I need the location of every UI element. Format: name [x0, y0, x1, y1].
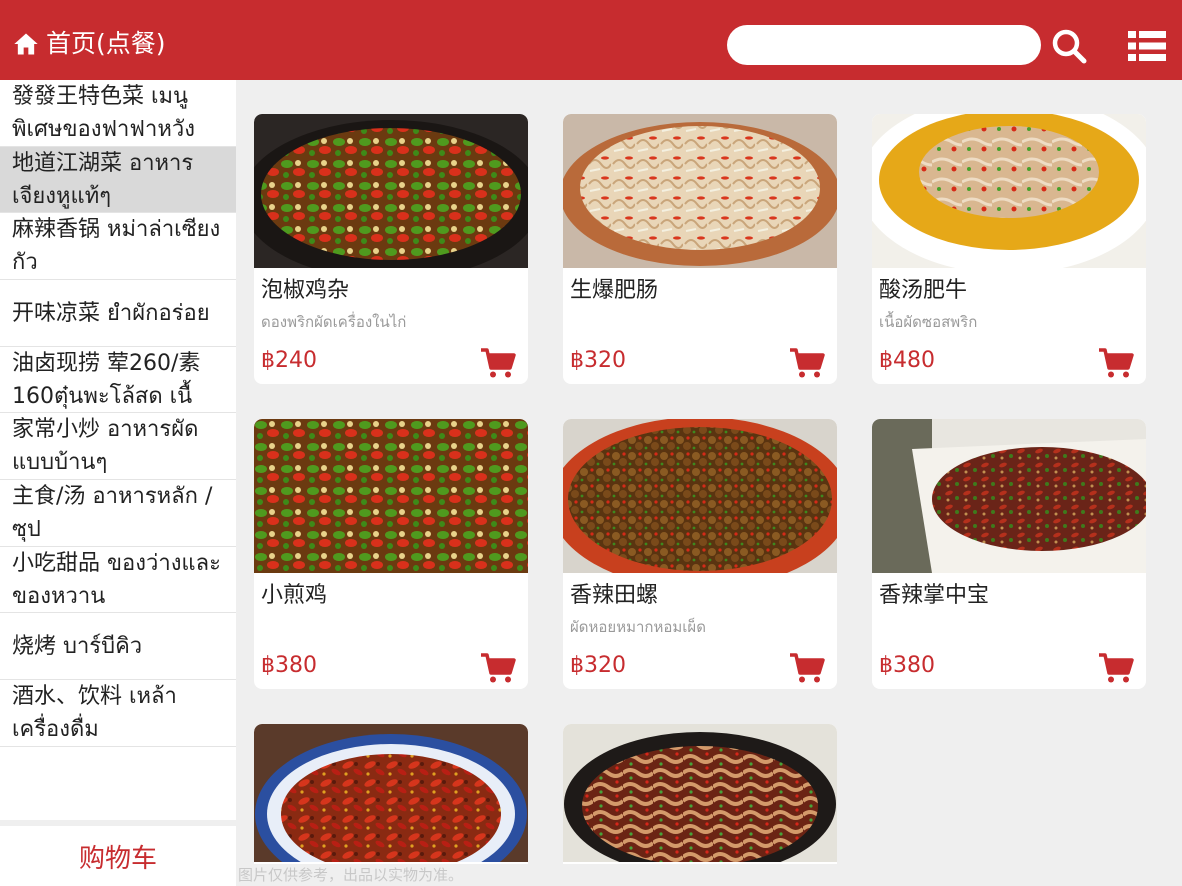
- add-to-cart-icon[interactable]: [789, 347, 825, 379]
- category-item-cold-dishes[interactable]: 开味凉菜 ยำผักอร่อย: [0, 280, 236, 347]
- category-sidebar: 發發王特色菜 เมนูพิเศษของฟาฟาหวัง 地道江湖菜 อาหารเ…: [0, 80, 236, 820]
- add-to-cart-icon[interactable]: [480, 652, 516, 684]
- product-thai-name: ดองพริกผัดเครื่องในไก่: [261, 313, 407, 331]
- dish-photo: [872, 114, 1146, 268]
- add-to-cart-icon[interactable]: [1098, 347, 1134, 379]
- search-icon[interactable]: [1050, 27, 1088, 65]
- product-thai-name: ผัดหอยหมากหอมเผ็ด: [570, 618, 706, 636]
- product-card[interactable]: 小煎鸡 ฿380: [254, 419, 528, 689]
- product-price: ฿380: [879, 653, 935, 678]
- category-item-bbq[interactable]: 烧烤 บาร์บีคิว: [0, 613, 236, 680]
- category-label: 酒水、饮料 เหล้า เครื่องดื่ม: [12, 684, 177, 742]
- category-item-home-stir-fry[interactable]: 家常小炒 อาหารผัดแบบบ้านๆ: [0, 413, 236, 480]
- product-price: ฿480: [879, 348, 935, 373]
- category-label: 家常小炒 อาหารผัดแบบบ้านๆ: [12, 417, 199, 475]
- home-icon: [14, 33, 38, 55]
- disclaimer-text: 图片仅供参考，出品以实物为准。: [238, 866, 464, 884]
- add-to-cart-icon[interactable]: [789, 652, 825, 684]
- product-card[interactable]: 生爆肥肠 ฿320: [563, 114, 837, 384]
- category-item-malaxiangguo[interactable]: 麻辣香锅 หม่าล่าเซียงกัว: [0, 213, 236, 280]
- dish-photo: [872, 419, 1146, 573]
- cart-label: 购物车: [78, 843, 157, 874]
- product-name: 香辣田螺: [570, 583, 659, 608]
- product-price: ฿320: [570, 348, 626, 373]
- product-name: 香辣掌中宝: [879, 583, 990, 608]
- product-card[interactable]: [254, 724, 528, 864]
- product-thai-name: เนื้อผัดซอสพริก: [879, 313, 978, 331]
- product-card[interactable]: 香辣田螺 ผัดหอยหมากหอมเผ็ด ฿320: [563, 419, 837, 689]
- product-price: ฿380: [261, 653, 317, 678]
- category-label: 麻辣香锅 หม่าล่าเซียงกัว: [12, 217, 221, 275]
- home-button[interactable]: 首页(点餐): [12, 26, 166, 62]
- dish-photo: [254, 114, 528, 268]
- dish-photo: [563, 114, 837, 268]
- product-name: 小煎鸡: [261, 583, 328, 608]
- add-to-cart-icon[interactable]: [1098, 652, 1134, 684]
- category-label: 主食/汤 อาหารหลัก / ซุป: [12, 484, 213, 542]
- category-item-drinks[interactable]: 酒水、饮料 เหล้า เครื่องดื่ม: [0, 680, 236, 747]
- category-label: 發發王特色菜 เมนูพิเศษของฟาฟาหวัง: [12, 84, 195, 142]
- category-label: 开味凉菜 ยำผักอร่อย: [12, 300, 210, 326]
- dish-photo: [563, 419, 837, 573]
- dish-photo: [563, 724, 837, 862]
- product-card[interactable]: 泡椒鸡杂 ดองพริกผัดเครื่องในไก่ ฿240: [254, 114, 528, 384]
- product-name: 生爆肥肠: [570, 278, 659, 303]
- category-label: 油卤现捞 荤260/素160ตุ๋นพะโล้สด เนื้: [12, 350, 201, 409]
- page-title: 首页(点餐): [46, 29, 166, 58]
- dish-photo: [254, 419, 528, 573]
- product-card[interactable]: [563, 724, 837, 864]
- product-price: ฿320: [570, 653, 626, 678]
- category-item-signature[interactable]: 發發王特色菜 เมนูพิเศษของฟาฟาหวัง: [0, 80, 236, 147]
- category-label: 小吃甜品 ของว่างและของหวาน: [12, 550, 221, 609]
- category-label: 地道江湖菜 อาหารเจียงหูแท้ๆ: [12, 150, 194, 209]
- category-label: 烧烤 บาร์บีคิว: [12, 633, 143, 659]
- category-item-braised[interactable]: 油卤现捞 荤260/素160ตุ๋นพะโล้สด เนื้: [0, 347, 236, 413]
- cart-button[interactable]: 购物车: [0, 826, 236, 886]
- product-name: 酸汤肥牛: [879, 278, 968, 303]
- list-menu-icon[interactable]: [1128, 29, 1166, 63]
- product-price: ฿240: [261, 348, 317, 373]
- add-to-cart-icon[interactable]: [480, 347, 516, 379]
- search-input[interactable]: [727, 25, 1041, 65]
- top-bar: 首页(点餐): [0, 0, 1182, 80]
- product-card[interactable]: 酸汤肥牛 เนื้อผัดซอสพริก ฿480: [872, 114, 1146, 384]
- dish-photo: [254, 724, 528, 862]
- product-name: 泡椒鸡杂: [261, 278, 350, 303]
- product-card[interactable]: 香辣掌中宝 ฿380: [872, 419, 1146, 689]
- category-item-snacks-desserts[interactable]: 小吃甜品 ของว่างและของหวาน: [0, 547, 236, 613]
- category-item-staple-soup[interactable]: 主食/汤 อาหารหลัก / ซุป: [0, 480, 236, 547]
- category-item-jianghu[interactable]: 地道江湖菜 อาหารเจียงหูแท้ๆ: [0, 147, 236, 213]
